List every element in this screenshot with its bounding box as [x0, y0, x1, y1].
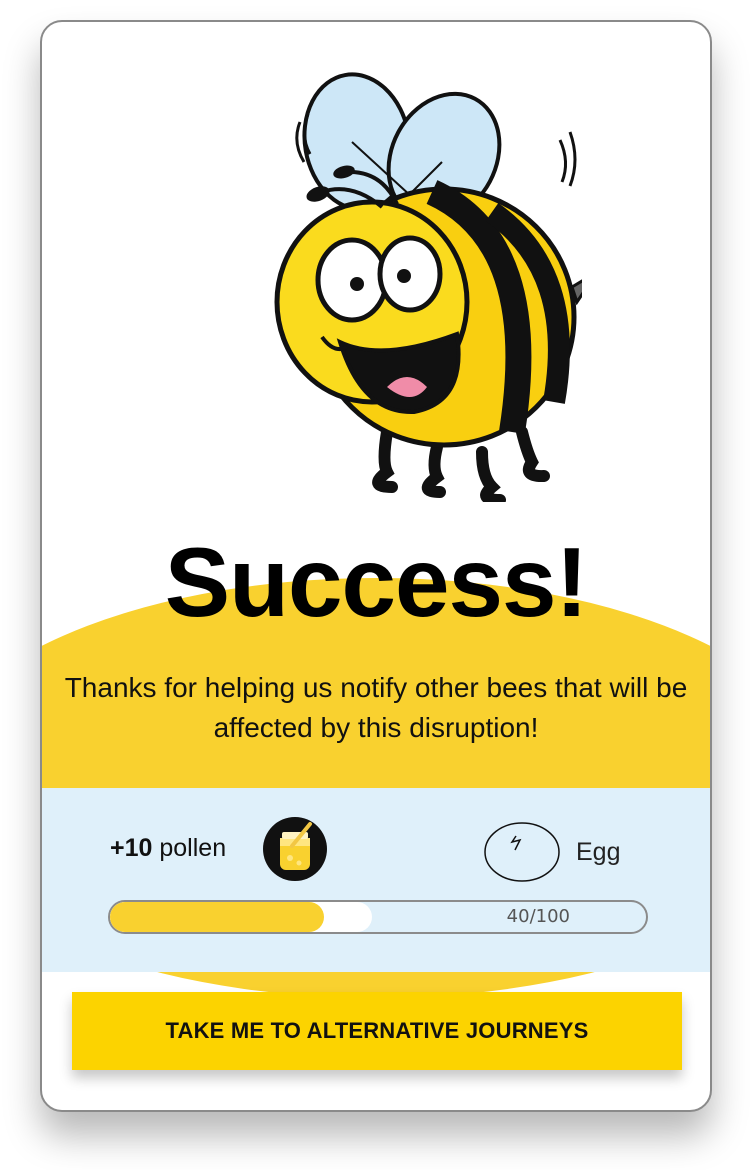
success-message: Thanks for helping us notify other bees …: [64, 672, 688, 743]
progress-text: 40/100: [506, 906, 570, 927]
reward-panel: +10 pollen Egg 40/100: [42, 788, 710, 972]
alternative-journeys-button[interactable]: TAKE ME TO ALTERNATIVE JOURNEYS: [72, 992, 682, 1070]
bee-illustration: [182, 62, 582, 502]
cracked-egg-icon: [482, 818, 562, 884]
pollen-unit: pollen: [159, 834, 227, 862]
pollen-progress-bar: 40/100: [108, 900, 648, 934]
pollen-reward: +10 pollen: [110, 834, 226, 863]
honey-jar-icon: [262, 816, 328, 882]
success-card: Success! Thanks for helping us notify ot…: [40, 20, 712, 1112]
next-level-label: Egg: [576, 838, 621, 866]
progress-fill: [110, 902, 325, 932]
pollen-points: +10: [110, 834, 153, 862]
success-title: Success!: [164, 527, 588, 637]
